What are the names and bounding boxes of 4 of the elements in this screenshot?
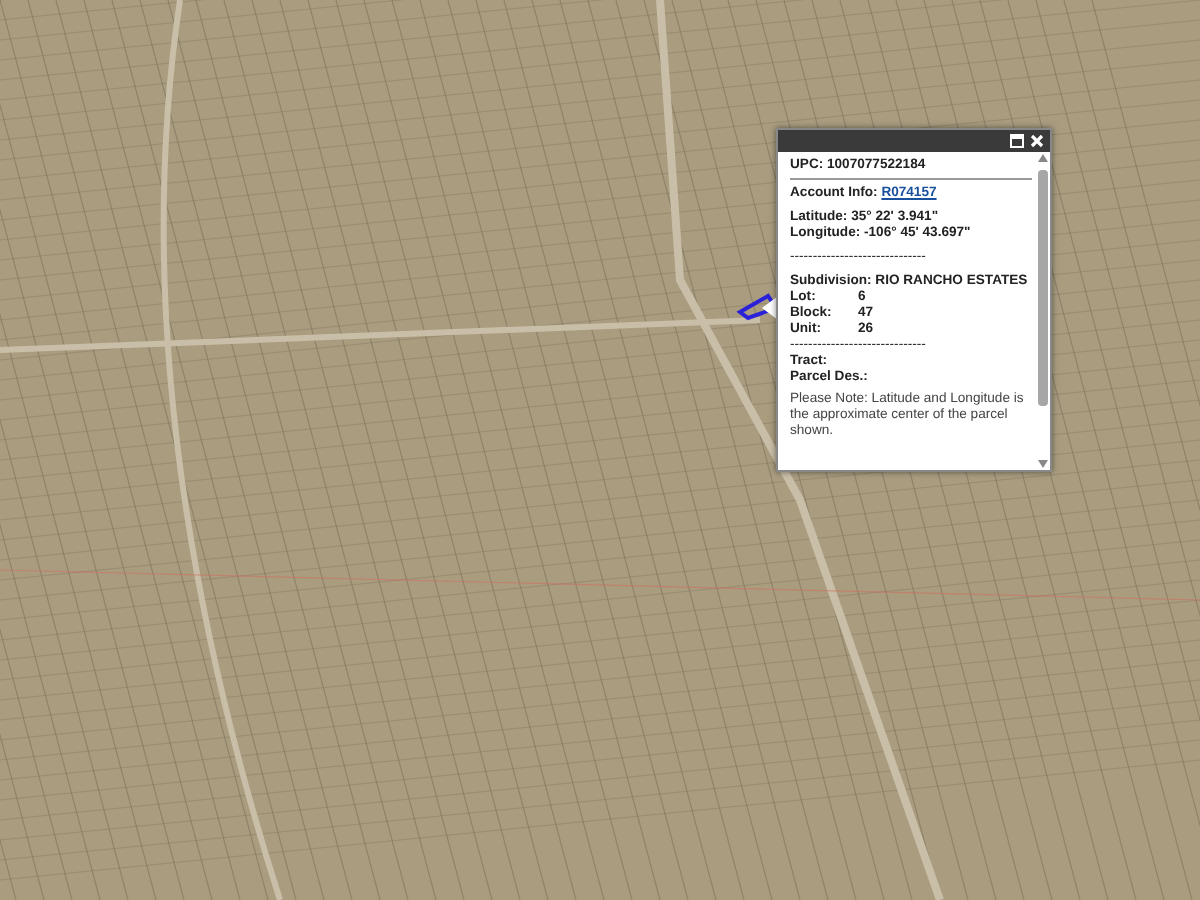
close-icon[interactable] xyxy=(1030,134,1044,148)
maximize-icon[interactable] xyxy=(1010,134,1024,148)
scrollbar[interactable] xyxy=(1036,152,1050,472)
scroll-down-icon[interactable] xyxy=(1038,460,1048,468)
